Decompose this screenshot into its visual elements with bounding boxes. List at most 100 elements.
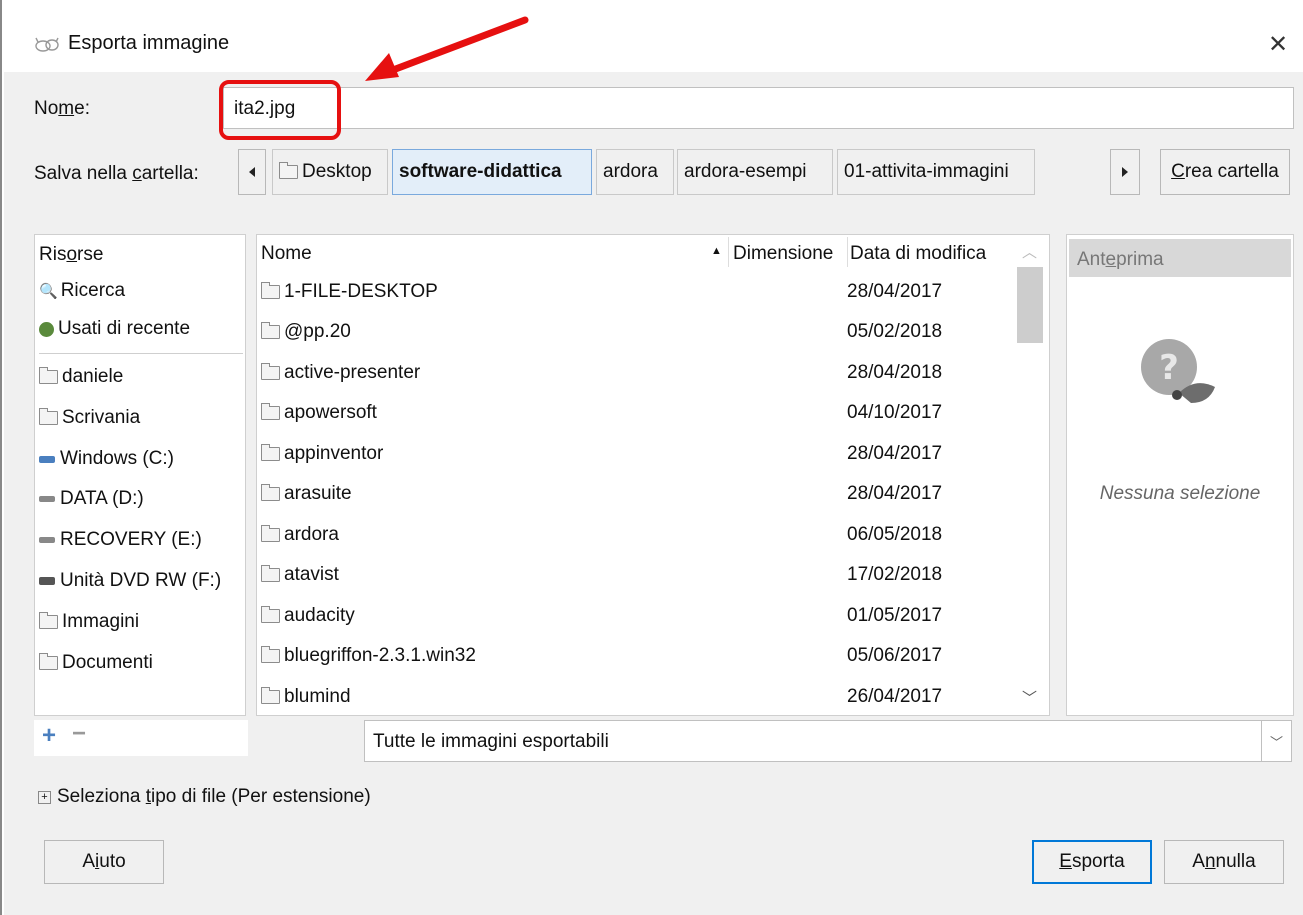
file-row[interactable]: bluegriffon-2.3.1.win32 05/06/2017 <box>257 636 1013 677</box>
file-row-name: @pp.20 <box>261 321 351 343</box>
crumb-01-attivita-immagini[interactable]: 01-attivita-immagini <box>837 149 1035 195</box>
export-button[interactable]: Esporta <box>1032 840 1152 884</box>
preview-header: Anteprima <box>1069 239 1291 277</box>
file-list-scrollbar[interactable]: ︿ ﹀ <box>1015 235 1045 715</box>
folder-icon <box>279 162 298 179</box>
file-rows: 1-FILE-DESKTOP 28/04/2017 @pp.20 05/02/2018… <box>257 271 1013 715</box>
file-date: 17/02/2018 <box>847 564 943 585</box>
file-row-name: bluegriffon-2.3.1.win32 <box>261 645 476 667</box>
file-date: 05/02/2018 <box>847 321 943 342</box>
crumb-desktop[interactable]: Desktop <box>272 149 388 195</box>
file-row[interactable]: 1-FILE-DESKTOP 28/04/2017 <box>257 271 1013 312</box>
file-row-name: audacity <box>261 605 355 627</box>
sidebar-item-data-d[interactable]: DATA (D:) <box>39 481 144 517</box>
sidebar-item-daniele[interactable]: daniele <box>39 359 123 395</box>
folder-icon <box>39 408 58 425</box>
column-header-size[interactable]: Dimensione <box>733 243 833 265</box>
chevron-up-icon[interactable]: ︿ <box>1022 241 1037 262</box>
export-image-dialog: Esporta immagine ✕ Nome: ita2.jpg Salva … <box>0 0 1303 915</box>
remove-bookmark-icon[interactable]: − <box>72 720 86 748</box>
filetype-label: Seleziona tipo di file (Per estensione) <box>57 786 371 807</box>
file-name: atavist <box>284 564 339 585</box>
file-name: arasuite <box>284 483 352 504</box>
dropdown-button[interactable]: ﹀ <box>1261 721 1291 761</box>
file-date: 05/06/2017 <box>847 645 943 666</box>
file-row-name: ardora <box>261 524 339 546</box>
crumb-forward-button[interactable] <box>1110 149 1140 195</box>
search-icon: 🔍 <box>39 283 58 300</box>
column-header-date[interactable]: Data di modifica <box>850 243 986 265</box>
file-date: 26/04/2017 <box>847 685 943 707</box>
chevron-down-icon[interactable]: ﹀ <box>1022 687 1037 708</box>
file-row-name: 1-FILE-DESKTOP <box>261 281 438 303</box>
file-name: active-presenter <box>284 361 421 383</box>
help-button[interactable]: Aiuto <box>44 840 164 884</box>
sidebar-item-ricerca[interactable]: 🔍 Ricerca <box>39 273 125 309</box>
file-list-header: Nome ▲ Dimensione Data di modifica <box>257 235 1017 271</box>
file-date: 28/04/2017 <box>847 280 943 302</box>
folder-icon <box>261 281 280 299</box>
file-row[interactable]: appinventor 28/04/2017 <box>257 433 1013 474</box>
folder-icon <box>39 653 58 670</box>
sort-ascending-icon: ▲ <box>711 245 722 257</box>
crumb-back-button[interactable] <box>238 149 266 195</box>
dvd-drive-icon <box>39 577 55 585</box>
sidebar-item-windows-c[interactable]: Windows (C:) <box>39 441 174 477</box>
file-row[interactable]: atavist 17/02/2018 <box>257 555 1013 596</box>
file-filter-select[interactable]: Tutte le immagini esportabili ﹀ <box>364 720 1292 762</box>
close-icon[interactable]: ✕ <box>1268 30 1288 59</box>
folder-icon <box>261 524 280 542</box>
places-sidebar: Ris o rse 🔍 Ricerca Usati di recente daniel… <box>34 234 246 716</box>
file-list: Nome ▲ Dimensione Data di modifica 1-FIL… <box>256 234 1050 716</box>
file-row[interactable]: active-presenter 28/04/2018 <box>257 352 1013 393</box>
sidebar-item-scrivania[interactable]: Scrivania <box>39 400 140 436</box>
filetype-expander[interactable]: + Seleziona tipo di file (Per estensione… <box>38 786 371 808</box>
filename-input[interactable]: ita2.jpg <box>223 87 1294 129</box>
drive-icon <box>39 455 55 463</box>
file-row[interactable]: ardora 06/05/2018 <box>257 514 1013 555</box>
add-bookmark-icon[interactable]: + <box>42 722 56 750</box>
file-row-name: appinventor <box>261 443 383 465</box>
file-row[interactable]: arasuite 28/04/2017 <box>257 474 1013 515</box>
bookmark-buttons <box>34 720 248 756</box>
file-name: apowersoft <box>284 402 377 423</box>
folder-icon <box>261 646 280 663</box>
annotation-arrow-icon <box>365 16 529 81</box>
file-date: 04/10/2017 <box>847 402 943 423</box>
sidebar-item-immagini[interactable]: Immagini <box>39 604 139 640</box>
file-date: 28/04/2017 <box>847 483 943 504</box>
cancel-button[interactable]: Annulla <box>1164 840 1284 884</box>
file-date: 06/05/2018 <box>847 523 943 545</box>
window-title: Esporta immagine <box>68 32 230 54</box>
file-row[interactable]: apowersoft 04/10/2017 <box>257 393 1013 434</box>
file-row-name: blumind <box>261 686 351 708</box>
folder-icon <box>261 605 280 623</box>
sidebar-divider <box>39 353 243 354</box>
save-folder-label: Salva nella cartella: <box>34 163 199 184</box>
name-label: Nome: <box>34 98 90 119</box>
drive-icon <box>39 537 55 543</box>
expand-plus-icon: + <box>38 790 51 804</box>
file-row[interactable]: audacity 01/05/2017 <box>257 595 1013 636</box>
folder-icon <box>261 484 280 501</box>
sidebar-item-dvd-f[interactable]: Unità DVD RW (F:) <box>39 563 221 599</box>
file-name: bluegriffon-2.3.1.win32 <box>284 645 476 666</box>
file-name: ardora <box>284 523 339 545</box>
crumb-ardora[interactable]: ardora <box>596 149 674 195</box>
folder-icon <box>261 322 280 339</box>
sidebar-item-documenti[interactable]: Documenti <box>39 645 153 681</box>
sidebar-item-recovery-e[interactable]: RECOVERY (E:) <box>39 522 202 558</box>
file-row[interactable]: @pp.20 05/02/2018 <box>257 312 1013 353</box>
file-row-name: apowersoft <box>261 402 377 424</box>
folder-icon <box>39 612 58 629</box>
preview-panel: Anteprima ? Nessuna selezione <box>1066 234 1294 716</box>
folder-icon <box>39 367 58 384</box>
crumb-ardora-esempi[interactable]: ardora-esempi <box>677 149 833 195</box>
column-header-name[interactable]: Nome <box>261 243 312 265</box>
create-folder-button[interactable]: Crea cartella <box>1160 149 1290 195</box>
sidebar-item-recent[interactable]: Usati di recente <box>39 311 190 347</box>
file-row[interactable]: blumind 26/04/2017 <box>257 676 1013 717</box>
scrollbar-thumb[interactable] <box>1017 267 1043 343</box>
crumb-software-didattica[interactable]: software-didattica <box>392 149 592 195</box>
file-filter-value: Tutte le immagini esportabili <box>373 731 609 752</box>
